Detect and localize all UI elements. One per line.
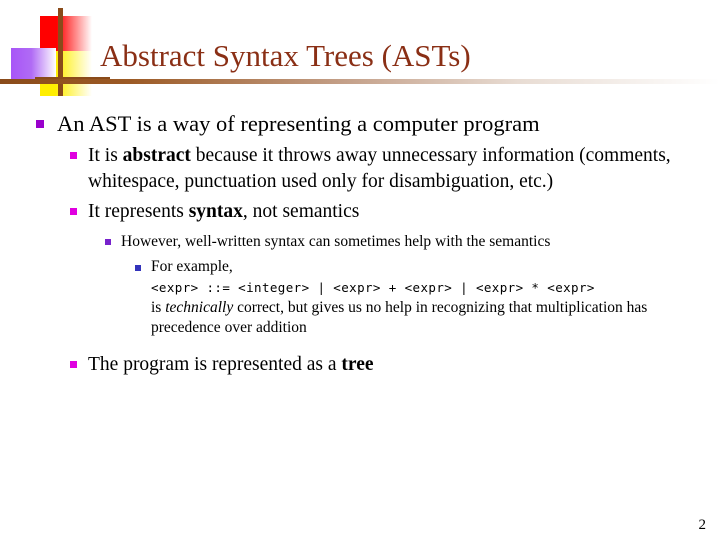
title-underline-rule bbox=[0, 79, 720, 84]
purple-rectangle-shape bbox=[11, 48, 56, 79]
text-fragment-bold: abstract bbox=[122, 145, 191, 166]
bullet-level2-item-syntax: It represents syntax, not semantics bbox=[70, 199, 720, 225]
page-number: 2 bbox=[698, 517, 707, 533]
grammar-explanation-text: is technically correct, but gives us no … bbox=[151, 298, 720, 338]
text-fragment-pre: It represents bbox=[88, 201, 189, 222]
bullet-square-icon bbox=[105, 238, 111, 245]
bullet-level4-item: For example, <expr> ::= <integer> | <exp… bbox=[135, 257, 720, 338]
slide: Abstract Syntax Trees (ASTs) An AST is a… bbox=[0, 0, 720, 540]
text-fragment-bold: tree bbox=[341, 353, 374, 375]
slide-body: An AST is a way of representing a comput… bbox=[0, 104, 720, 377]
yellow-square-shape bbox=[40, 51, 92, 96]
bullet-level4-block: For example, <expr> ::= <integer> | <exp… bbox=[151, 257, 720, 338]
bullet-square-icon bbox=[70, 208, 77, 215]
text-fragment-post: , not semantics bbox=[242, 201, 360, 222]
bullet-level1-text: An AST is a way of representing a comput… bbox=[57, 111, 540, 136]
bullet-square-icon bbox=[70, 152, 77, 159]
bullet-square-icon bbox=[36, 120, 44, 128]
text-fragment-italic: technically bbox=[165, 298, 234, 316]
text-fragment-pre: It is bbox=[88, 145, 123, 166]
bullet-level2-text-syntax: It represents syntax, not semantics bbox=[88, 199, 720, 225]
text-fragment-bold: syntax bbox=[188, 201, 243, 222]
bullet-level2-text-tree: The program is represented as a tree bbox=[88, 352, 720, 378]
bullet-level3-text: However, well-written syntax can sometim… bbox=[121, 232, 551, 250]
bullet-square-icon bbox=[70, 360, 77, 368]
bullet-level2-text-abstract: It is abstract because it throws away un… bbox=[88, 143, 720, 194]
bullet-level3-item: However, well-written syntax can sometim… bbox=[105, 231, 720, 252]
bullet-level4-text: For example, bbox=[151, 257, 233, 275]
bullet-level2-item-abstract: It is abstract because it throws away un… bbox=[70, 143, 720, 194]
text-fragment-pre: The program is represented as a bbox=[88, 353, 342, 375]
text-fragment-pre: is bbox=[151, 298, 166, 316]
bullet-square-icon bbox=[135, 264, 141, 271]
slide-title: Abstract Syntax Trees (ASTs) bbox=[100, 38, 471, 73]
bullet-level1-item: An AST is a way of representing a comput… bbox=[36, 110, 720, 138]
grammar-code-line: <expr> ::= <integer> | <expr> + <expr> |… bbox=[151, 279, 595, 295]
bullet-level2-item-tree: The program is represented as a tree bbox=[70, 352, 720, 378]
red-square-shape bbox=[40, 16, 92, 61]
